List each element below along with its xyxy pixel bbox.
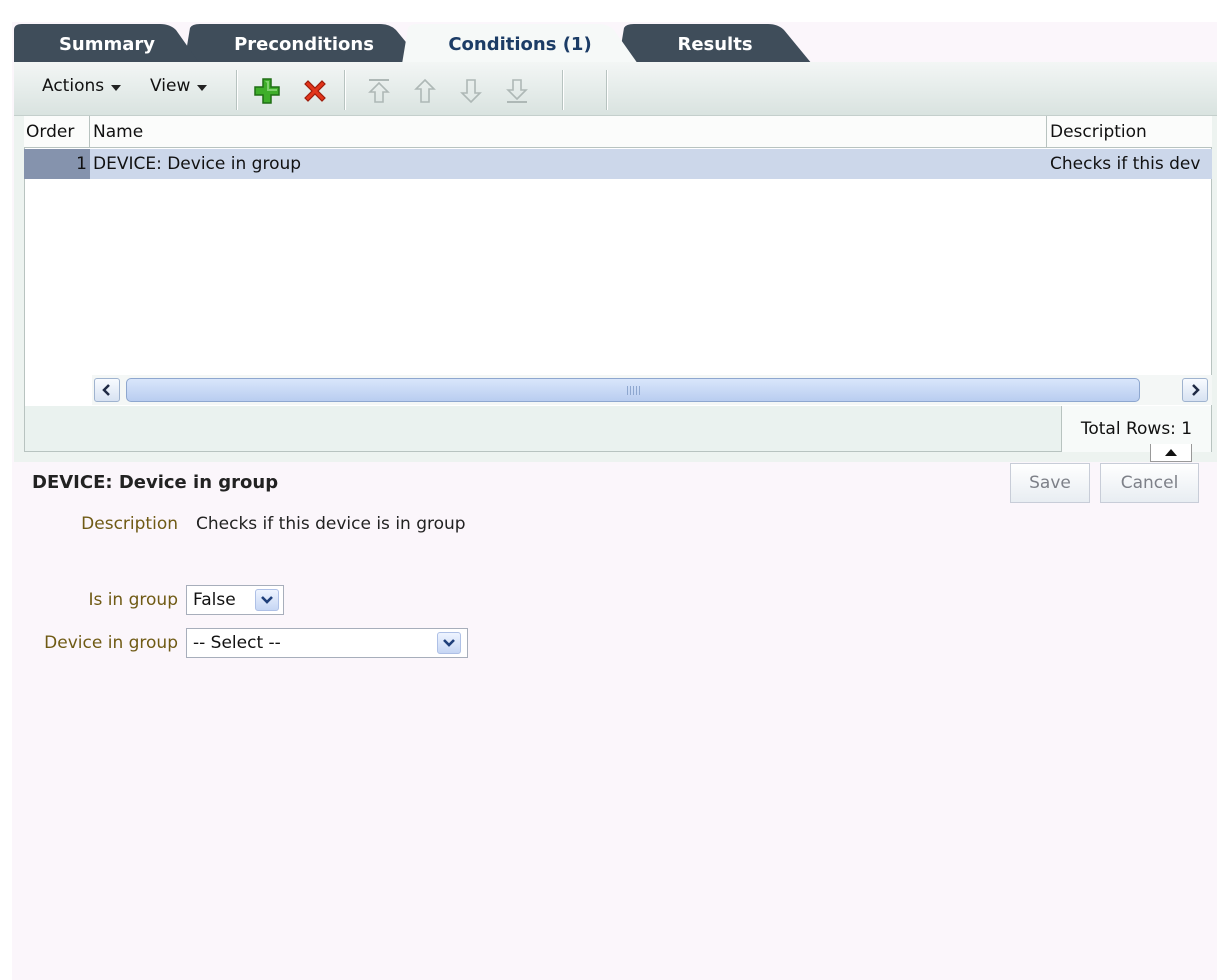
collapse-splitter-button[interactable] bbox=[1150, 444, 1192, 462]
move-bottom-button[interactable] bbox=[500, 76, 534, 106]
chevron-down-icon bbox=[111, 84, 122, 91]
actions-menu-label: Actions bbox=[42, 76, 105, 96]
chevron-down-icon bbox=[255, 589, 279, 611]
scroll-left-button[interactable] bbox=[94, 378, 120, 402]
chevron-down-icon bbox=[437, 632, 461, 654]
tab-preconditions[interactable]: Preconditions bbox=[184, 24, 424, 64]
is-in-group-label: Is in group bbox=[88, 590, 178, 610]
move-up-icon bbox=[414, 78, 436, 103]
move-up-button[interactable] bbox=[408, 76, 442, 106]
column-header-order[interactable]: Order bbox=[24, 116, 90, 148]
tab-conditions[interactable]: Conditions (1) bbox=[402, 24, 638, 64]
add-button[interactable] bbox=[250, 76, 284, 106]
arrow-up-icon bbox=[1165, 449, 1177, 456]
scroll-thumb[interactable] bbox=[126, 378, 1140, 402]
is-in-group-value: False bbox=[193, 590, 236, 610]
toolbar-separator bbox=[236, 70, 237, 110]
view-menu-label: View bbox=[150, 76, 191, 96]
toolbar-separator bbox=[606, 70, 607, 110]
tab-results[interactable]: Results bbox=[618, 24, 812, 64]
table-row[interactable]: 1 DEVICE: Device in group Checks if this… bbox=[24, 149, 1212, 179]
toolbar-separator bbox=[344, 70, 345, 110]
row-description: Checks if this dev bbox=[1050, 154, 1201, 174]
tab-summary[interactable]: Summary bbox=[14, 24, 200, 64]
row-name: DEVICE: Device in group bbox=[93, 154, 302, 174]
tab-results-label: Results bbox=[677, 33, 753, 55]
move-down-button[interactable] bbox=[454, 76, 488, 106]
add-icon bbox=[254, 78, 280, 104]
device-in-group-label: Device in group bbox=[44, 633, 178, 653]
save-button[interactable]: Save bbox=[1010, 463, 1090, 503]
toolbar: Actions View bbox=[14, 62, 1217, 116]
toolbar-separator bbox=[562, 70, 563, 110]
tab-preconditions-label: Preconditions bbox=[234, 33, 374, 55]
tab-conditions-label: Conditions (1) bbox=[448, 33, 592, 55]
move-top-icon bbox=[368, 79, 390, 103]
view-menu[interactable]: View bbox=[150, 76, 208, 96]
horizontal-scrollbar[interactable] bbox=[92, 375, 1212, 405]
move-top-button[interactable] bbox=[362, 76, 396, 106]
cancel-button[interactable]: Cancel bbox=[1100, 463, 1199, 503]
left-edge bbox=[0, 0, 12, 980]
scroll-right-button[interactable] bbox=[1182, 378, 1208, 402]
row-order: 1 bbox=[24, 149, 90, 179]
delete-button[interactable] bbox=[298, 76, 332, 106]
chevron-down-icon bbox=[197, 84, 208, 91]
column-header-name[interactable]: Name bbox=[91, 116, 1047, 148]
column-header-description[interactable]: Description bbox=[1048, 116, 1212, 148]
chevron-right-icon bbox=[1192, 384, 1200, 396]
table-header: Order Name Description bbox=[24, 116, 1212, 148]
device-in-group-select[interactable]: -- Select -- bbox=[186, 628, 468, 658]
tab-bar: Results Preconditions Summary Conditions… bbox=[14, 24, 1217, 64]
device-in-group-value: -- Select -- bbox=[193, 633, 281, 653]
move-bottom-icon bbox=[506, 79, 528, 103]
description-value: Checks if this device is in group bbox=[196, 514, 466, 534]
grip-icon bbox=[627, 386, 641, 395]
table-footer: Total Rows: 1 bbox=[24, 406, 1212, 452]
is-in-group-select[interactable]: False bbox=[186, 585, 284, 615]
actions-menu[interactable]: Actions bbox=[42, 76, 122, 96]
detail-title: DEVICE: Device in group bbox=[32, 472, 279, 493]
chevron-left-icon bbox=[102, 384, 110, 396]
tab-summary-label: Summary bbox=[58, 33, 156, 55]
description-label: Description bbox=[81, 514, 178, 534]
delete-icon bbox=[304, 80, 326, 102]
move-down-icon bbox=[460, 79, 482, 104]
top-strip bbox=[0, 0, 1217, 22]
